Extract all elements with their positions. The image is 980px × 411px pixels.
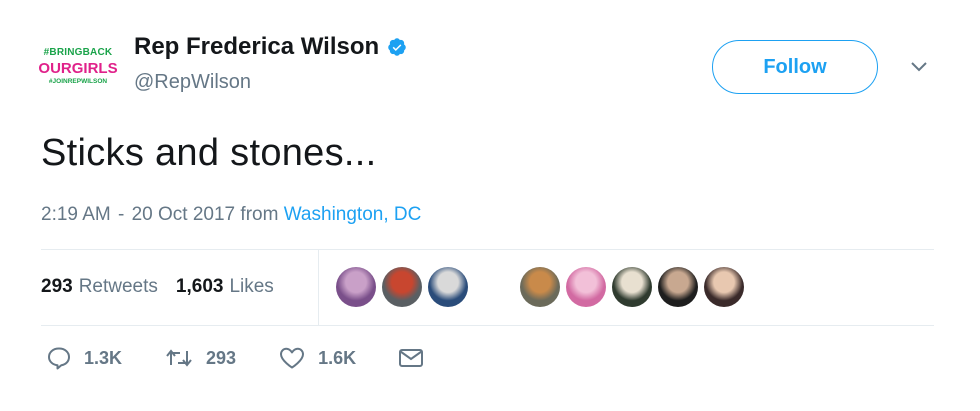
- tweet-date[interactable]: 20 Oct 2017: [132, 204, 236, 225]
- user-handle[interactable]: @RepWilson: [134, 71, 251, 94]
- likes-label: Likes: [229, 276, 274, 297]
- reply-count: 1.3K: [84, 347, 123, 368]
- liker-avatar[interactable]: [520, 267, 560, 307]
- like-button[interactable]: 1.6K: [278, 346, 356, 370]
- liker-avatar[interactable]: [336, 267, 376, 307]
- retweets-stat[interactable]: 293 Retweets: [41, 276, 158, 298]
- avatar-line2: OURGIRLS: [38, 60, 118, 78]
- like-count: 1.6K: [318, 347, 357, 368]
- liker-avatar[interactable]: [566, 267, 606, 307]
- liker-avatar[interactable]: [704, 267, 744, 307]
- avatar-line1: #BRINGBACK: [43, 47, 113, 59]
- envelope-icon: [399, 349, 424, 367]
- divider: [41, 249, 934, 250]
- likes-count: 1,603: [175, 276, 224, 297]
- liker-avatar[interactable]: [612, 267, 652, 307]
- retweets-label: Retweets: [78, 276, 158, 297]
- tweet-text: Sticks and stones...: [41, 132, 377, 174]
- likes-stat[interactable]: 1,603 Likes: [176, 276, 274, 298]
- liker-avatar[interactable]: [428, 267, 468, 307]
- direct-message-button[interactable]: [398, 347, 436, 369]
- verified-badge-icon: [388, 38, 406, 56]
- divider: [41, 325, 934, 326]
- avatar[interactable]: #BRINGBACK OURGIRLS #JOINREPWILSON: [36, 32, 120, 102]
- liker-avatar[interactable]: [382, 267, 422, 307]
- retweets-count: 293: [41, 276, 73, 297]
- from-label: from: [240, 204, 279, 225]
- tweet-time[interactable]: 2:19 AM: [41, 204, 111, 225]
- stats-divider: [318, 250, 319, 325]
- tweet-actions: 1.3K 293 1.6K: [46, 346, 478, 370]
- liker-avatars: [336, 267, 750, 307]
- follow-button[interactable]: Follow: [712, 40, 878, 94]
- liker-avatar[interactable]: [658, 267, 698, 307]
- tweet-location-link[interactable]: Washington, DC: [284, 204, 422, 225]
- reply-button[interactable]: 1.3K: [46, 346, 122, 370]
- tweet-metadata: 2:19 AM - 20 Oct 2017 from Washington, D…: [41, 204, 421, 226]
- user-name-row[interactable]: Rep Frederica Wilson: [134, 33, 407, 61]
- user-name[interactable]: Rep Frederica Wilson: [134, 33, 379, 61]
- chevron-down-icon[interactable]: [908, 58, 930, 76]
- retweet-icon: [166, 349, 192, 367]
- retweet-count: 293: [206, 347, 237, 368]
- liker-avatar[interactable]: [474, 267, 514, 307]
- meta-separator: -: [118, 204, 125, 225]
- tweet-stats: 293 Retweets 1,603 Likes: [41, 276, 274, 298]
- retweet-button[interactable]: 293: [164, 346, 236, 370]
- avatar-line3: #JOINREPWILSON: [48, 78, 108, 86]
- heart-icon: [280, 347, 305, 369]
- reply-icon: [48, 347, 70, 370]
